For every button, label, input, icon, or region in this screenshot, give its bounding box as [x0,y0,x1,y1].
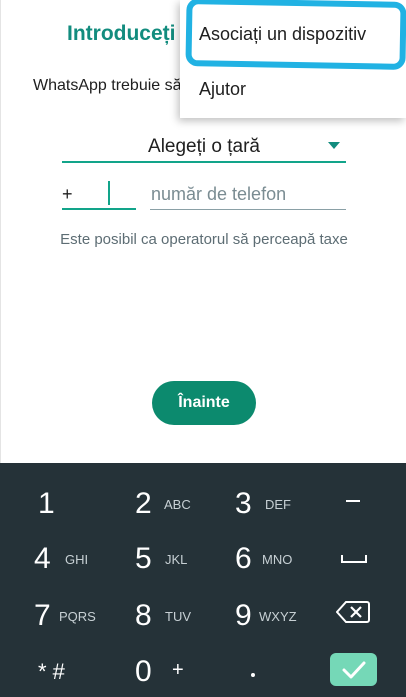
backspace-icon[interactable] [336,600,370,624]
menu-item-link-device[interactable]: Asociați un dispozitiv [199,24,366,45]
space-icon[interactable] [341,555,367,563]
country-select[interactable]: Alegeți o țară [62,132,346,163]
key-6[interactable]: 6 MNO [220,530,320,586]
country-code-input[interactable]: + [62,178,136,210]
key-digit: 4 [34,542,51,575]
key-letters: ABC [164,497,191,512]
text-cursor [108,181,110,205]
key-digit: 2 [135,487,152,520]
key-digit: * # [38,659,65,684]
key-letters: DEF [265,497,291,512]
key-digit: 7 [34,599,51,632]
page-title: Introduceți n [67,22,195,45]
key-7[interactable]: 7 PQRS [20,587,120,643]
confirm-button[interactable] [330,653,377,686]
key-letters: JKL [165,552,188,567]
key-letters: PQRS [59,609,96,624]
phone-number-input[interactable]: număr de telefon [150,178,346,210]
key-digit: 3 [235,487,252,520]
key-letters: MNO [262,552,293,567]
key-letters: GHI [65,552,89,567]
key-digit: 1 [38,487,55,520]
dropdown-caret-icon [328,142,340,149]
numeric-keypad: 1 2 ABC 3 DEF 4 GHI 5 JKL 6 MNO 7 PQRS 8… [0,463,406,697]
key-letters: + [172,659,184,681]
key-1[interactable]: 1 [20,475,120,531]
key-digit: 0 [135,655,152,688]
minus-icon[interactable] [346,500,360,502]
next-button[interactable]: Înainte [152,381,256,425]
key-4[interactable]: 4 GHI [20,530,120,586]
page-subtitle: WhatsApp trebuie să [33,77,182,94]
country-select-label: Alegeți o țară [148,136,260,157]
menu-item-help[interactable]: Ajutor [199,79,246,100]
key-digit: 6 [235,542,252,575]
checkmark-icon [342,661,366,679]
key-5[interactable]: 5 JKL [120,530,220,586]
key-digit: 8 [135,599,152,632]
key-8[interactable]: 8 TUV [120,587,220,643]
key-digit: 5 [135,542,152,575]
key-star-hash[interactable]: * # [20,643,120,697]
overflow-menu: Asociați un dispozitiv Ajutor [180,0,406,118]
key-2[interactable]: 2 ABC [120,475,220,531]
phone-number-placeholder: număr de telefon [151,184,287,204]
country-code-prefix: + [62,184,73,204]
carrier-fees-notice: Este posibil ca operatorul să perceapă t… [60,231,348,248]
key-9[interactable]: 9 WXYZ [220,587,320,643]
key-period[interactable] [251,673,255,677]
key-3[interactable]: 3 DEF [220,475,320,531]
key-letters: WXYZ [259,609,297,624]
key-digit: 9 [235,599,252,632]
key-letters: TUV [165,609,191,624]
key-0[interactable]: 0 + [120,643,220,697]
